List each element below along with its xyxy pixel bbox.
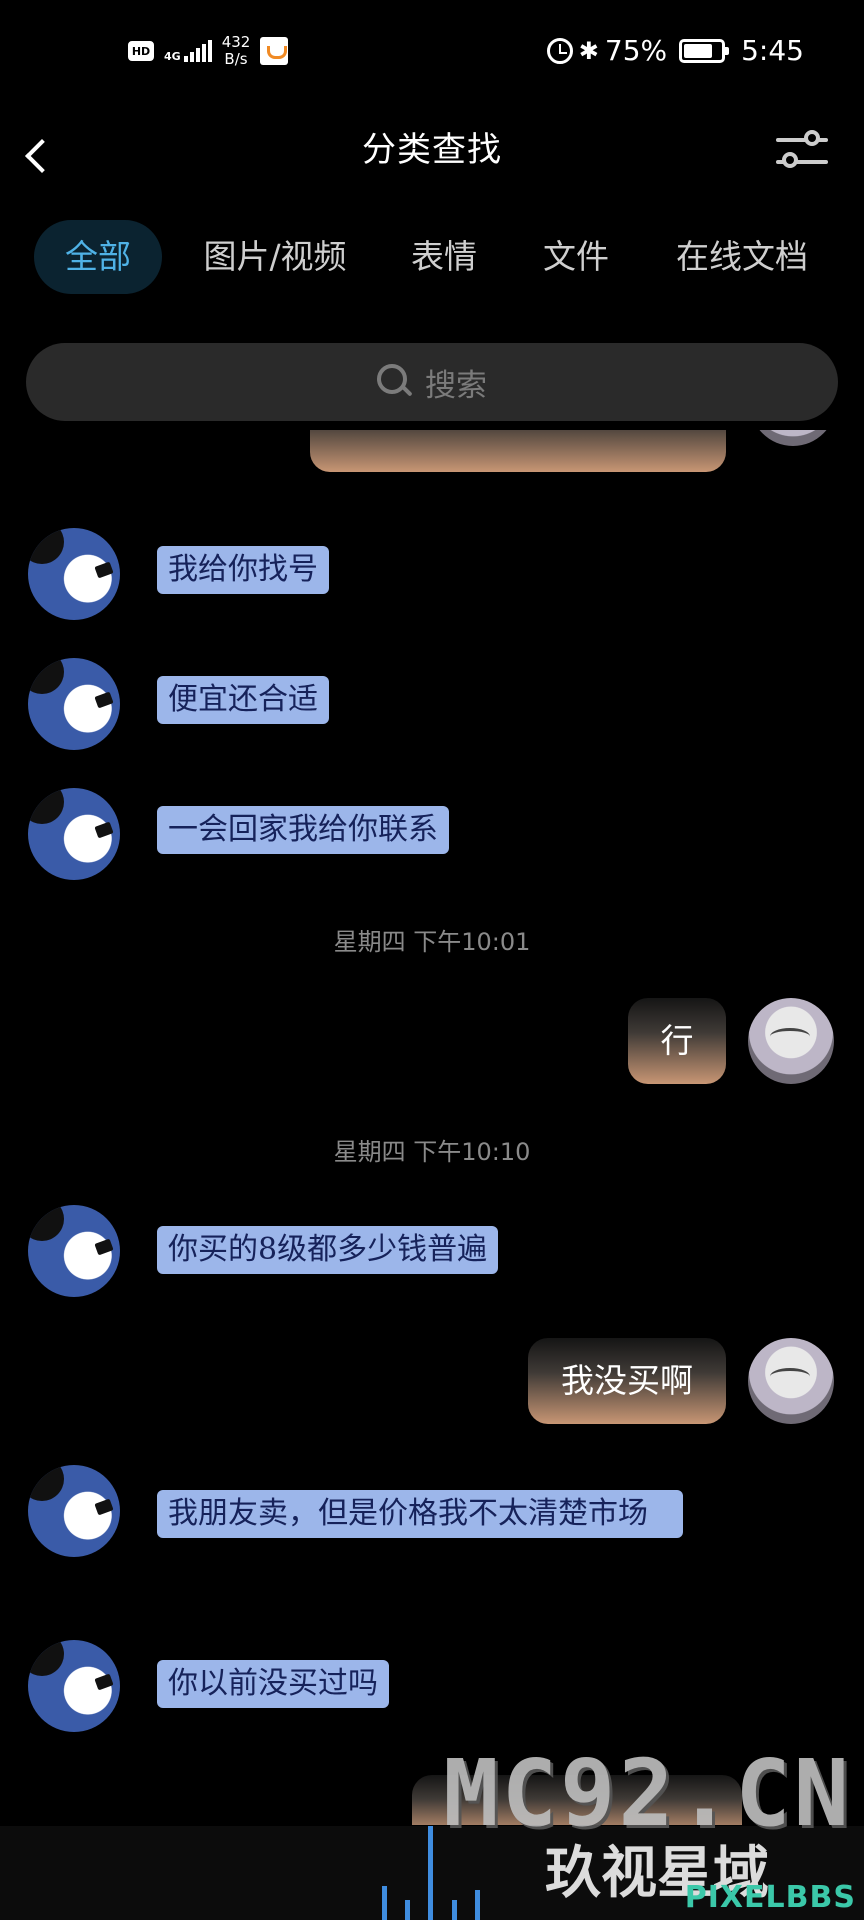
category-tabs: 全部 图片/视频 表情 文件 在线文档 — [0, 220, 864, 294]
battery-percent: 75% — [604, 34, 668, 67]
partial-message-bubble[interactable] — [310, 430, 726, 472]
avatar[interactable] — [28, 528, 120, 620]
bluetooth-icon: ✱ — [578, 36, 599, 65]
timestamp: 星期四 下午10:10 — [333, 1138, 531, 1166]
message-bubble[interactable]: 便宜还合适 — [157, 676, 329, 724]
tab-images-videos[interactable]: 图片/视频 — [190, 220, 360, 294]
tab-files[interactable]: 文件 — [530, 220, 622, 294]
filter-button[interactable] — [774, 124, 830, 180]
avatar[interactable] — [28, 1465, 120, 1557]
net-speed-value: 432 — [221, 33, 251, 51]
avatar[interactable] — [28, 1640, 120, 1732]
message-bubble[interactable]: 我给你找号 — [157, 546, 329, 594]
avatar[interactable] — [748, 1338, 834, 1424]
tab-online-docs[interactable]: 在线文档 — [662, 220, 822, 294]
message-bubble[interactable]: 你买的8级都多少钱普遍 — [157, 1226, 499, 1274]
app-screen: HD 4G 432 B/s ✱ 75% 5:45 分类查找 全部 图片/视频 表… — [0, 0, 864, 1920]
timestamp: 星期四 下午10:01 — [333, 928, 531, 956]
message-bubble[interactable]: 一会回家我给你联系 — [157, 806, 449, 854]
didi-app-icon — [260, 37, 289, 65]
search-icon — [377, 364, 413, 400]
message-bubble[interactable]: 我朋友卖，但是价格我不太清楚市场 — [157, 1490, 683, 1538]
message-bubble[interactable]: 我没买啊 — [528, 1338, 726, 1424]
message-bubble[interactable]: 你以前没买过吗 — [157, 1660, 389, 1708]
avatar[interactable] — [750, 430, 836, 446]
tab-all[interactable]: 全部 — [34, 220, 162, 294]
page-title: 分类查找 — [362, 130, 502, 170]
clock: 5:45 — [741, 34, 804, 67]
alarm-icon — [546, 37, 573, 64]
status-left: HD 4G 432 B/s — [128, 34, 289, 68]
header: 分类查找 — [0, 110, 864, 210]
search-input[interactable]: 搜索 — [26, 343, 838, 421]
avatar[interactable] — [748, 998, 834, 1084]
net-speed: 432 B/s — [222, 34, 251, 68]
signal-bars-icon — [183, 40, 212, 62]
search-placeholder: 搜索 — [425, 367, 487, 404]
status-bar: HD 4G 432 B/s ✱ 75% 5:45 — [0, 0, 864, 110]
message-bubble[interactable]: 行 — [628, 998, 726, 1084]
avatar[interactable] — [28, 1205, 120, 1297]
net-speed-unit: B/s — [224, 50, 248, 68]
battery-icon — [679, 38, 730, 63]
search-inner: 搜索 — [26, 343, 838, 421]
hd-icon: HD — [128, 41, 154, 61]
watermark-brand: PIXELBBS — [684, 1880, 856, 1915]
chat-list[interactable]: 我给你找号 便宜还合适 一会回家我给你联系 星期四 下午10:01 行 星期四 … — [0, 430, 864, 1825]
signal-icon: 4G — [164, 40, 212, 62]
status-right: ✱ 75% 5:45 — [546, 34, 804, 67]
avatar[interactable] — [28, 788, 120, 880]
avatar[interactable] — [28, 658, 120, 750]
tab-stickers[interactable]: 表情 — [398, 220, 490, 294]
network-type: 4G — [164, 50, 181, 63]
